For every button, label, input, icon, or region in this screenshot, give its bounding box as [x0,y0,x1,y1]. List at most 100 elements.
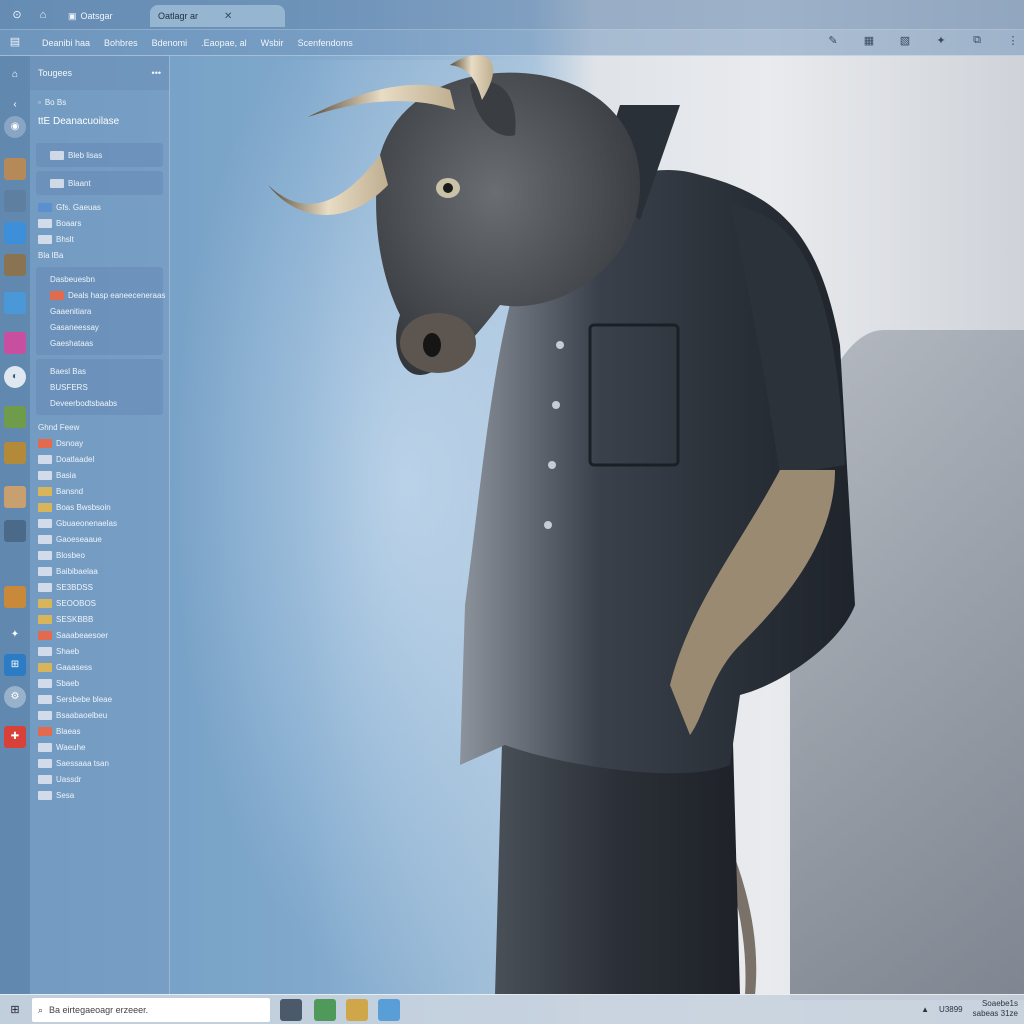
taskbar: ⊞ ⌕ Ba eirtegaeoagr erzeeer. ▲ U3899 Soa… [0,994,1024,1024]
list-item[interactable]: Blaant [42,175,157,191]
start-icon[interactable]: ⊞ [8,1003,22,1017]
photo-icon[interactable] [4,586,26,608]
taskbar-app-icon[interactable] [378,999,400,1021]
tab-label: Oatlagr ar [158,11,199,21]
address-item[interactable]: Bdenomi [152,38,188,48]
sidebar-card[interactable]: Baesl Bas BUSFERS Deveerbodtsbaabs [36,359,163,415]
list-item[interactable]: Basia [30,467,169,483]
list-item[interactable]: Gaoeseaaue [30,531,169,547]
settings-icon[interactable]: ⚙ [4,686,26,708]
more-icon[interactable]: ••• [152,68,161,78]
nostril [423,333,441,357]
tab-bar: ⊙ ⌂ ▣ Oatsgar Oatlagr ar ✕ [0,0,1024,30]
list-item[interactable]: Baibibaelaa [30,563,169,579]
shirt-button [556,341,564,349]
list-item[interactable]: Uassdr [30,771,169,787]
list-item[interactable]: Sbaeb [30,675,169,691]
back-icon[interactable]: ‹ [4,94,26,116]
photo-icon[interactable] [4,254,26,276]
list-item[interactable]: Sersbebe bleae [30,691,169,707]
taskbar-app-icon[interactable] [280,999,302,1021]
clock[interactable]: Soaebe1s sabeas 31ze [973,999,1018,1019]
list-item[interactable]: Boas Bwsbsoin [30,499,169,515]
list-item[interactable]: SEOOBOS [30,595,169,611]
sidebar-card[interactable]: Dasbeuesbn Deals hasp eaneeceneraas Gaae… [36,267,165,355]
list-item[interactable]: Shaeb [30,643,169,659]
list-item[interactable]: Bleb lisas [42,147,157,163]
close-icon[interactable]: ✕ [224,11,232,22]
star-icon[interactable]: ✚ [4,726,26,748]
shirt-button [552,401,560,409]
taskbar-app-icon[interactable] [314,999,336,1021]
list-item[interactable]: Bsaabaoelbeu [30,707,169,723]
settings-icon[interactable]: ◐ [4,366,26,388]
system-tray: ▲ U3899 Soaebe1s sabeas 31ze [921,999,1018,1019]
clock-time: Soaebe1s [981,999,1018,1008]
tab-1[interactable]: ▣ Oatsgar [60,5,121,27]
list-item[interactable]: Gfs. Gaeuas [30,199,169,215]
reader-icon[interactable]: ▦ [862,34,876,47]
back-row[interactable]: ▫ Bo Bs [30,94,169,110]
sidebar-card[interactable]: Blaant [36,171,163,195]
sidebar-card[interactable]: Bleb lisas [36,143,163,167]
taskbar-search[interactable]: ⌕ Ba eirtegaeoagr erzeeer. [32,998,270,1022]
list-item[interactable]: Dsnoay [30,435,169,451]
collections-icon[interactable]: ▧ [898,34,912,47]
globe-icon[interactable]: ◉ [4,116,26,138]
list-item[interactable]: Baesl Bas [42,363,157,379]
photo-icon[interactable] [4,158,26,180]
list-item[interactable]: Waeuhe [30,739,169,755]
list-item[interactable]: Deveerbodtsbaabs [42,395,157,411]
sidebar-toggle-icon[interactable]: ▤ [8,35,22,49]
list-item[interactable]: Doatlaadel [30,451,169,467]
list-item[interactable]: Bansnd [30,483,169,499]
tab-label: Oatsgar [80,11,113,21]
photo-icon[interactable] [4,442,26,464]
list-item[interactable]: BUSFERS [42,379,157,395]
photo-icon[interactable] [4,406,26,428]
list-item[interactable]: Gaeshataas [42,335,157,351]
list-item[interactable]: Saessaaa tsan [30,755,169,771]
list-item[interactable]: Bhslt [30,231,169,247]
shirt-button [544,521,552,529]
list-item[interactable]: Blaeas [30,723,169,739]
star-icon[interactable]: ✦ [4,624,26,646]
photo-icon[interactable] [4,486,26,508]
list-item[interactable]: SESKBBB [30,611,169,627]
list-item[interactable]: Dasbeuesbn [42,271,157,287]
list-item[interactable]: Blosbeo [30,547,169,563]
list-item[interactable]: Gaaasess [30,659,169,675]
list-item[interactable]: Boaars [30,215,169,231]
list-item[interactable]: SE3BDSS [30,579,169,595]
home-icon[interactable]: ⌂ [4,64,26,86]
chart-icon[interactable]: ⊞ [4,654,26,676]
photo-icon[interactable] [4,520,26,542]
extensions-icon[interactable]: ✦ [934,34,948,47]
list-item[interactable]: Gaaenitiara [42,303,157,319]
list-item[interactable]: Gasaneessay [42,319,157,335]
list-item[interactable]: Ghnd Feew [30,419,169,435]
calendar-icon[interactable] [4,292,26,314]
home-icon[interactable]: ⌂ [36,8,50,22]
menu-icon[interactable]: ⋮ [1006,34,1020,47]
shirt-button [548,461,556,469]
tab-2[interactable]: Oatlagr ar ✕ [150,5,285,27]
address-item[interactable]: Deanibi haa [42,38,90,48]
list-item[interactable]: Bla lBa [30,247,169,263]
list-item[interactable]: Gbuaeonenaelas [30,515,169,531]
chevron-up-icon[interactable]: ▲ [921,1005,929,1014]
chart-icon[interactable] [4,332,26,354]
share-icon[interactable]: ⧉ [970,34,984,47]
address-item[interactable]: Bohbres [104,38,138,48]
address-item[interactable]: .Eaopae, al [201,38,247,48]
sidebar-header: Tougees ••• [30,56,169,90]
sidebar-title: ttE Deanacuoilase [38,116,120,127]
list-item[interactable]: Sesa [30,787,169,803]
app-icon[interactable]: ⊙ [10,8,24,22]
list-item[interactable]: Saaabeaesoer [30,627,169,643]
mail-icon[interactable] [4,222,26,244]
search-placeholder: Ba eirtegaeoagr erzeeer. [49,1005,149,1015]
photo-icon[interactable] [4,190,26,212]
list-item[interactable]: Deals hasp eaneeceneraas [42,287,165,303]
taskbar-app-icon[interactable] [346,999,368,1021]
